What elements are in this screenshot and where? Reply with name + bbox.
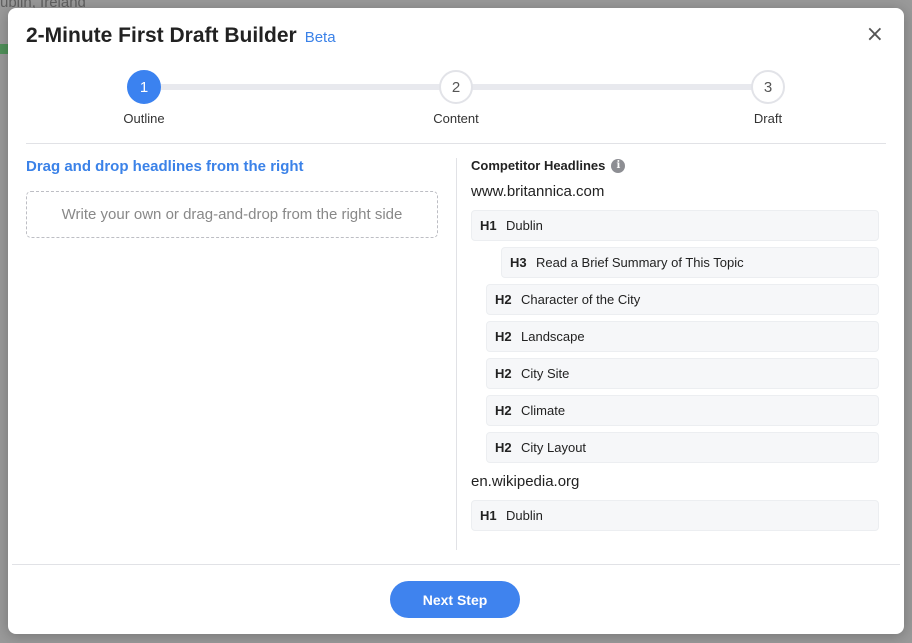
- modal-title-text: 2-Minute First Draft Builder: [26, 24, 297, 47]
- headline-item[interactable]: H2 Character of the City: [486, 284, 879, 315]
- headline-text: Dublin: [506, 508, 543, 523]
- headline-item[interactable]: H2 City Site: [486, 358, 879, 389]
- headline-item[interactable]: H2 Climate: [486, 395, 879, 426]
- headline-tag: H1: [480, 218, 497, 233]
- modal-title: 2-Minute First Draft Builder Beta: [26, 24, 336, 48]
- headline-tag: H2: [495, 329, 512, 344]
- headline-item[interactable]: H2 City Layout: [486, 432, 879, 463]
- step-label: Outline: [123, 111, 165, 126]
- draft-builder-modal: 2-Minute First Draft Builder Beta × 1 Ou…: [8, 8, 904, 634]
- step-label: Draft: [753, 111, 783, 126]
- step-circle: 2: [439, 70, 473, 104]
- headline-item[interactable]: H2 Landscape: [486, 321, 879, 352]
- step-outline[interactable]: 1 Outline: [84, 70, 204, 126]
- headline-tag: H1: [480, 508, 497, 523]
- competitor-headlines-panel[interactable]: Competitor Headlines i www.britannica.co…: [471, 158, 881, 535]
- headline-item[interactable]: H3 Read a Brief Summary of This Topic: [501, 247, 879, 278]
- headline-text: Climate: [521, 403, 566, 418]
- headline-text: Landscape: [521, 329, 585, 344]
- divider: [26, 143, 886, 144]
- info-icon[interactable]: i: [611, 158, 626, 173]
- headline-text: City Layout: [521, 440, 587, 455]
- next-step-button[interactable]: Next Step: [390, 581, 520, 618]
- beta-badge: Beta: [304, 29, 336, 46]
- step-label: Content: [433, 111, 479, 126]
- headline-text: City Site: [521, 366, 570, 381]
- close-icon[interactable]: ×: [866, 24, 884, 46]
- competitor-headlines-heading: Competitor Headlines i: [471, 158, 881, 173]
- background-accent-bar: [0, 44, 8, 54]
- headline-tag: H2: [495, 292, 512, 307]
- column-divider: [456, 158, 457, 550]
- step-content[interactable]: 2 Content: [396, 70, 516, 126]
- source-site: www.britannica.com: [471, 183, 605, 200]
- headline-tag: H2: [495, 366, 512, 381]
- headline-tag: H2: [495, 440, 512, 455]
- headline-item[interactable]: H1 Dublin: [471, 500, 879, 531]
- source-site: en.wikipedia.org: [471, 473, 580, 490]
- headline-text: Dublin: [506, 218, 543, 233]
- stepper: 1 Outline 2 Content 3 Draft: [8, 70, 904, 130]
- headline-drop-zone[interactable]: Write your own or drag-and-drop from the…: [26, 191, 438, 238]
- headline-text: Character of the City: [521, 292, 641, 307]
- outline-panel: Drag and drop headlines from the right W…: [26, 158, 440, 238]
- outline-heading: Drag and drop headlines from the right: [26, 158, 304, 175]
- competitor-headlines-title: Competitor Headlines: [471, 158, 606, 173]
- headline-tag: H3: [510, 255, 527, 270]
- headline-item[interactable]: H1 Dublin: [471, 210, 879, 241]
- step-circle: 1: [127, 70, 161, 104]
- footer-divider: [12, 564, 900, 565]
- headline-text: Read a Brief Summary of This Topic: [536, 255, 744, 270]
- step-draft[interactable]: 3 Draft: [708, 70, 828, 126]
- step-circle: 3: [751, 70, 785, 104]
- headline-tag: H2: [495, 403, 512, 418]
